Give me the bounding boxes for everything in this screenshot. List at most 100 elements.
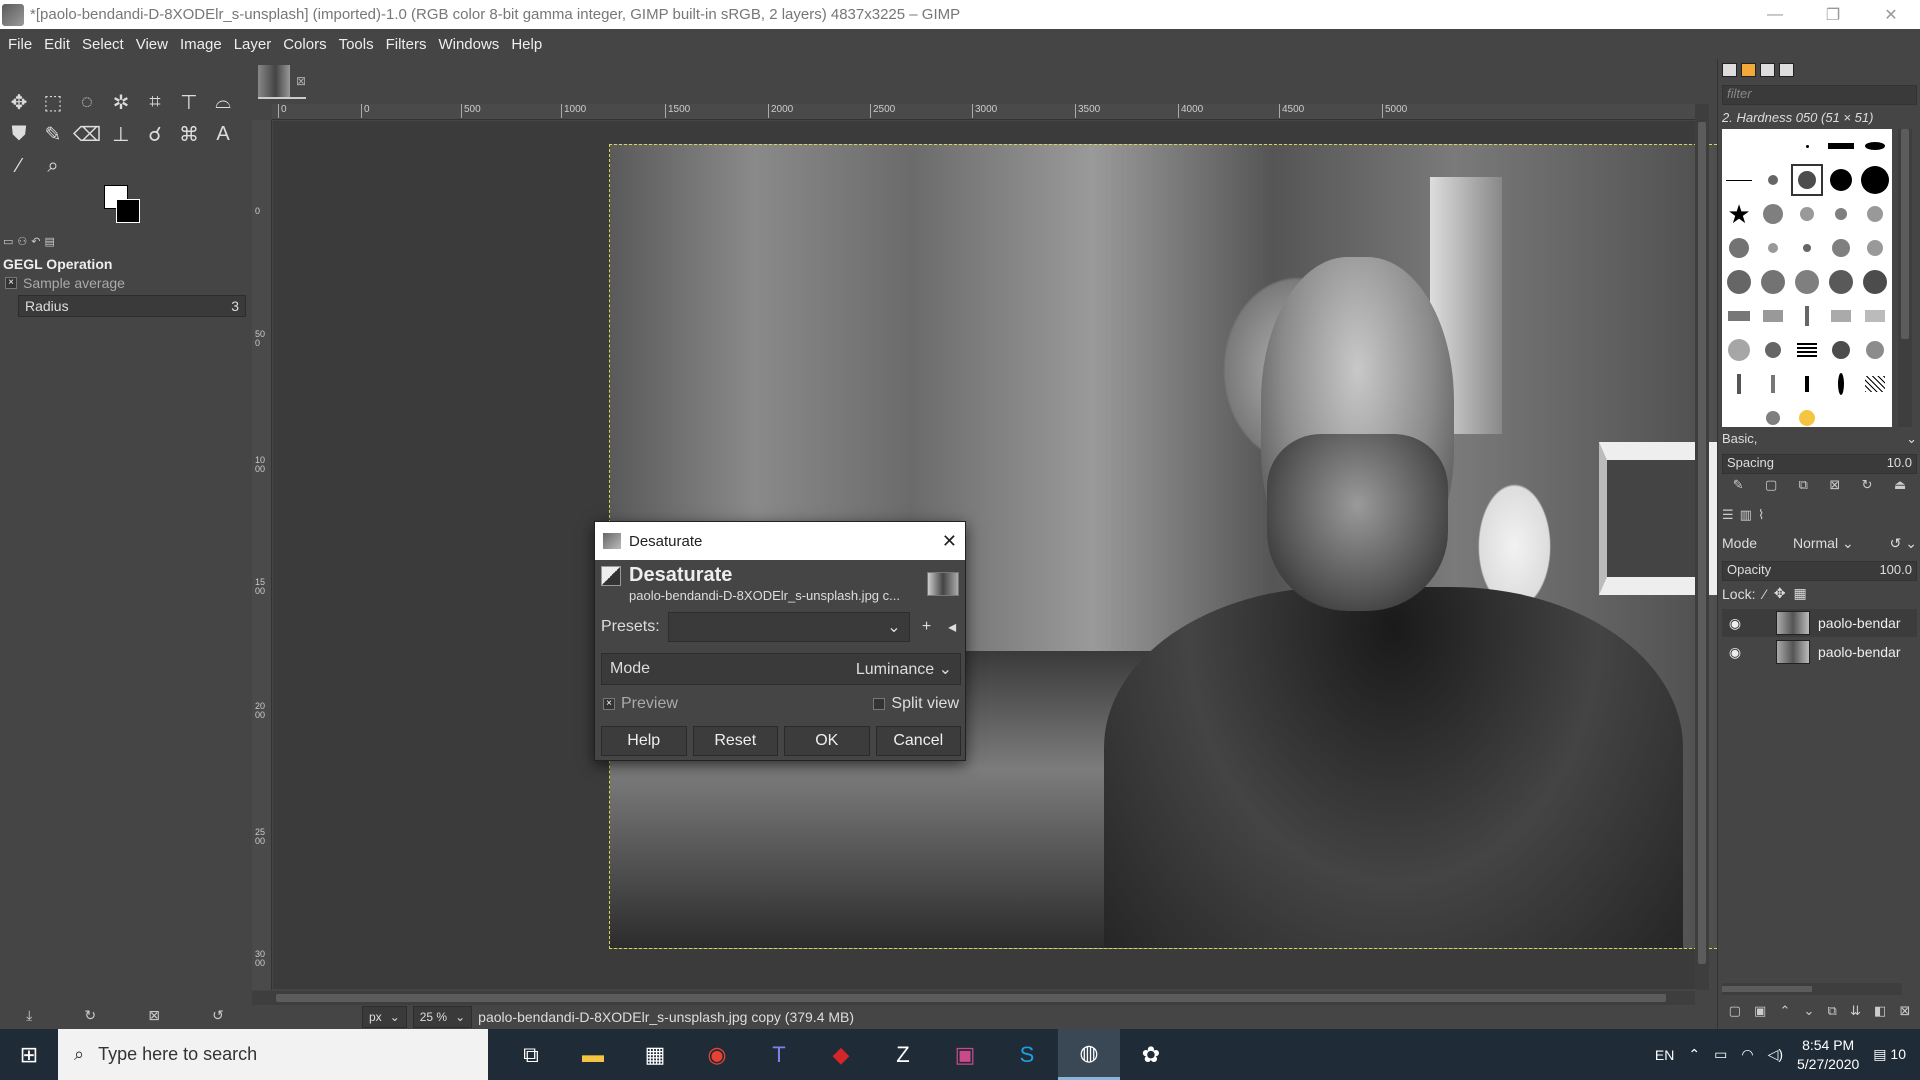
layers-tab-icon[interactable]: ☰ — [1722, 507, 1734, 523]
lock-alpha-icon[interactable]: ▦ — [1794, 585, 1807, 602]
brush-item[interactable] — [1858, 367, 1892, 401]
split-view-toggle[interactable]: Split view — [873, 695, 959, 713]
open-brush-icon[interactable]: ⏏ — [1894, 477, 1906, 493]
new-layer-icon[interactable]: ▢ — [1729, 1003, 1741, 1019]
battery-icon[interactable]: ▭ — [1714, 1046, 1727, 1063]
brush-item[interactable] — [1756, 265, 1790, 299]
unit-select[interactable]: px ⌄ — [362, 1006, 407, 1028]
gimp-taskbar-icon[interactable]: ◍ — [1058, 1029, 1120, 1080]
brush-scrollbar[interactable] — [1898, 129, 1912, 427]
preview-checkbox[interactable]: × — [603, 698, 615, 710]
brush-item[interactable] — [1858, 401, 1892, 435]
task-view-icon[interactable]: ⧉ — [500, 1029, 562, 1080]
brush-item[interactable] — [1824, 265, 1858, 299]
scrollbar-thumb[interactable] — [1722, 986, 1812, 992]
brush-item[interactable] — [1756, 129, 1790, 163]
reset-button[interactable]: Reset — [692, 726, 778, 756]
brush-item[interactable] — [1824, 299, 1858, 333]
spacing-spinner[interactable]: Spacing 10.0 — [1722, 454, 1917, 474]
horizontal-scrollbar[interactable] — [252, 991, 1695, 1005]
warp-transform-tool-icon[interactable]: ⌓ — [208, 87, 238, 117]
brush-item[interactable] — [1756, 333, 1790, 367]
vertical-scrollbar[interactable] — [1695, 104, 1709, 990]
zotero-icon[interactable]: Z — [872, 1029, 934, 1080]
free-select-tool-icon[interactable]: ◌ — [72, 87, 102, 117]
image-tab[interactable]: ⊠ — [258, 65, 306, 99]
split-view-checkbox[interactable] — [873, 698, 886, 710]
cancel-button[interactable]: Cancel — [875, 726, 961, 756]
fonts-tab-icon[interactable] — [1760, 63, 1775, 77]
teams-icon[interactable]: T — [748, 1029, 810, 1080]
brush-item[interactable] — [1790, 333, 1824, 367]
preview-toggle[interactable]: × Preview — [603, 695, 678, 713]
raise-layer-icon[interactable]: ⌃ — [1779, 1003, 1790, 1019]
brush-item[interactable] — [1722, 401, 1756, 435]
menu-select[interactable]: Select — [76, 36, 130, 53]
brush-item[interactable] — [1824, 401, 1858, 435]
presets-select[interactable]: ⌄ — [667, 612, 910, 642]
brushes-tab-icon[interactable] — [1722, 63, 1737, 77]
layer-item[interactable]: ◉ paolo-bendar — [1722, 638, 1917, 666]
reset-options-icon[interactable]: ↺ — [212, 1007, 224, 1024]
layer-opacity-spinner[interactable]: Opacity 100.0 — [1722, 561, 1917, 581]
paths-tool-icon[interactable]: ⌘ — [174, 119, 204, 149]
brush-item[interactable] — [1790, 231, 1824, 265]
sample-average-option[interactable]: × Sample average — [5, 275, 125, 291]
eraser-tool-icon[interactable]: ⌫ — [72, 119, 102, 149]
duplicate-layer-icon[interactable]: ⧉ — [1828, 1003, 1837, 1019]
start-button[interactable]: ⊞ — [0, 1029, 58, 1080]
visibility-eye-icon[interactable]: ◉ — [1722, 644, 1748, 661]
channels-tab-icon[interactable]: ▥ — [1740, 507, 1752, 523]
app-red-icon[interactable]: ◆ — [810, 1029, 872, 1080]
layers-scrollbar[interactable] — [1722, 983, 1902, 995]
brush-grid[interactable]: ★ — [1722, 129, 1892, 427]
refresh-brushes-icon[interactable]: ↻ — [1862, 477, 1873, 493]
brush-item[interactable] — [1858, 129, 1892, 163]
visibility-eye-icon[interactable]: ◉ — [1722, 615, 1748, 632]
brush-item[interactable] — [1722, 231, 1756, 265]
brush-item[interactable] — [1824, 129, 1858, 163]
brush-item[interactable] — [1824, 231, 1858, 265]
brush-item[interactable] — [1790, 299, 1824, 333]
delete-layer-icon[interactable]: ⊠ — [1899, 1003, 1910, 1019]
reset-mode-icon[interactable]: ↺ ⌄ — [1890, 535, 1917, 552]
menu-windows[interactable]: Windows — [432, 36, 505, 53]
layer-name[interactable]: paolo-bendar — [1818, 644, 1903, 660]
patterns-tab-icon[interactable] — [1741, 63, 1756, 77]
menu-edit[interactable]: Edit — [38, 36, 76, 53]
brush-item[interactable] — [1722, 129, 1756, 163]
tool-options-tab-icon[interactable]: ▭ — [3, 235, 13, 253]
delete-brush-icon[interactable]: ⊠ — [1829, 477, 1840, 493]
menu-image[interactable]: Image — [174, 36, 228, 53]
minimize-button[interactable]: — — [1746, 0, 1804, 29]
brush-set-select[interactable]: Basic, ⌄ — [1722, 431, 1917, 451]
radius-value[interactable]: 3 — [231, 298, 239, 314]
menu-filters[interactable]: Filters — [380, 36, 433, 53]
brush-item[interactable] — [1756, 231, 1790, 265]
maximize-button[interactable]: ❐ — [1804, 0, 1862, 29]
undo-history-tab-icon[interactable]: ↶ — [31, 235, 40, 253]
file-explorer-icon[interactable]: ▬ — [562, 1029, 624, 1080]
radius-spinner[interactable]: Radius 3 — [18, 295, 246, 317]
brush-item[interactable] — [1756, 367, 1790, 401]
brush-item[interactable] — [1790, 163, 1824, 197]
edit-brush-icon[interactable]: ✎ — [1733, 477, 1744, 493]
new-brush-icon[interactable]: ▢ — [1765, 477, 1777, 493]
brush-item[interactable] — [1824, 197, 1858, 231]
bucket-fill-tool-icon[interactable]: ⛊ — [4, 119, 34, 149]
save-options-icon[interactable]: ⤓ — [26, 1007, 32, 1024]
preset-menu-icon[interactable]: ◂ — [943, 618, 961, 636]
dialog-close-button[interactable]: ✕ — [942, 531, 957, 552]
close-tab-icon[interactable]: ⊠ — [296, 74, 306, 88]
scrollbar-thumb[interactable] — [1901, 129, 1909, 339]
brush-item[interactable] — [1790, 197, 1824, 231]
brush-item[interactable] — [1790, 265, 1824, 299]
mask-layer-icon[interactable]: ◧ — [1874, 1003, 1886, 1019]
merge-layer-icon[interactable]: ⇊ — [1850, 1003, 1861, 1019]
ok-button[interactable]: OK — [784, 726, 870, 756]
fg-bg-color-swatch[interactable] — [104, 185, 144, 225]
brush-item[interactable] — [1824, 163, 1858, 197]
skype-icon[interactable]: S — [996, 1029, 1058, 1080]
scrollbar-thumb[interactable] — [276, 994, 1666, 1002]
menu-tools[interactable]: Tools — [333, 36, 380, 53]
